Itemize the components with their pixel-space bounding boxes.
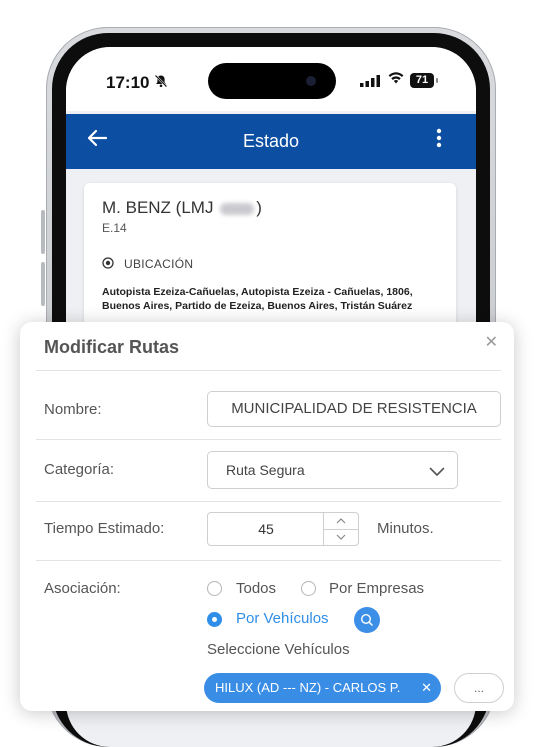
select-vehicles-label: Seleccione Vehículos (207, 641, 350, 658)
app-bar-title: Estado (242, 131, 300, 151)
chevron-down-icon (429, 464, 445, 476)
wifi-icon (388, 71, 404, 89)
chip-label: HILUX (AD --- NZ) - CARLOS P. (215, 680, 401, 695)
app-bar: Estado (66, 114, 476, 169)
association-label: Asociación: (44, 580, 121, 597)
stepper-buttons (323, 513, 358, 545)
search-vehicles-button[interactable] (354, 607, 380, 633)
selected-vehicle-chip[interactable]: HILUX (AD --- NZ) - CARLOS P. ✕ (204, 673, 441, 703)
radio-todos[interactable] (207, 581, 222, 596)
side-button (41, 262, 45, 306)
time-label: Tiempo Estimado: (44, 520, 165, 537)
signal-icon (360, 74, 382, 90)
vehicle-name: M. BENZ (LMJ ) (102, 198, 262, 218)
increment-icon[interactable] (324, 513, 358, 530)
status-bar: 17:10 71 (66, 47, 476, 111)
battery-indicator: 71 (410, 73, 434, 88)
time-value[interactable]: 45 (208, 521, 324, 537)
close-icon[interactable]: ✕ (485, 334, 498, 352)
name-input[interactable]: MUNICIPALIDAD DE RESISTENCIA (207, 391, 501, 427)
modal-title: Modificar Rutas (44, 337, 180, 357)
location-address: Autopista Ezeiza-Cañuelas, Autopista Eze… (102, 286, 413, 312)
radio-por-vehiculos-label[interactable]: Por Vehículos (236, 610, 329, 627)
battery-tip (436, 78, 438, 83)
divider (36, 370, 501, 371)
radio-todos-label[interactable]: Todos (236, 580, 276, 597)
remove-chip-icon[interactable]: ✕ (421, 673, 432, 703)
more-vert-icon[interactable] (436, 128, 442, 153)
decrement-icon[interactable] (324, 529, 358, 545)
redacted-plate (220, 202, 255, 215)
radio-por-vehiculos[interactable] (207, 612, 222, 627)
name-label: Nombre: (44, 401, 102, 418)
more-vehicles-button[interactable]: ... (454, 673, 504, 703)
time-stepper[interactable]: 45 (207, 512, 359, 546)
modify-routes-modal: Modificar Rutas ✕ Nombre: MUNICIPALIDAD … (20, 322, 514, 711)
category-select[interactable]: Ruta Segura (207, 451, 458, 489)
category-label: Categoría: (44, 461, 115, 478)
divider (36, 560, 501, 561)
dynamic-island (208, 63, 336, 99)
location-label: UBICACIÓN (124, 257, 194, 271)
category-value: Ruta Segura (226, 462, 305, 478)
radio-por-empresas[interactable] (301, 581, 316, 596)
status-time: 17:10 (106, 73, 150, 92)
divider (36, 439, 501, 440)
vehicle-name-prefix: M. BENZ (LMJ (102, 198, 214, 217)
search-icon (360, 613, 373, 626)
vehicle-code: E.14 (102, 221, 127, 235)
divider (36, 501, 501, 502)
side-button (41, 210, 45, 254)
time-unit: Minutos. (377, 520, 434, 537)
silent-bell-icon (154, 74, 168, 91)
camera-dot (306, 76, 316, 86)
vehicle-name-suffix: ) (256, 198, 262, 217)
radio-por-empresas-label[interactable]: Por Empresas (329, 580, 424, 597)
location-pin-icon (102, 256, 114, 269)
